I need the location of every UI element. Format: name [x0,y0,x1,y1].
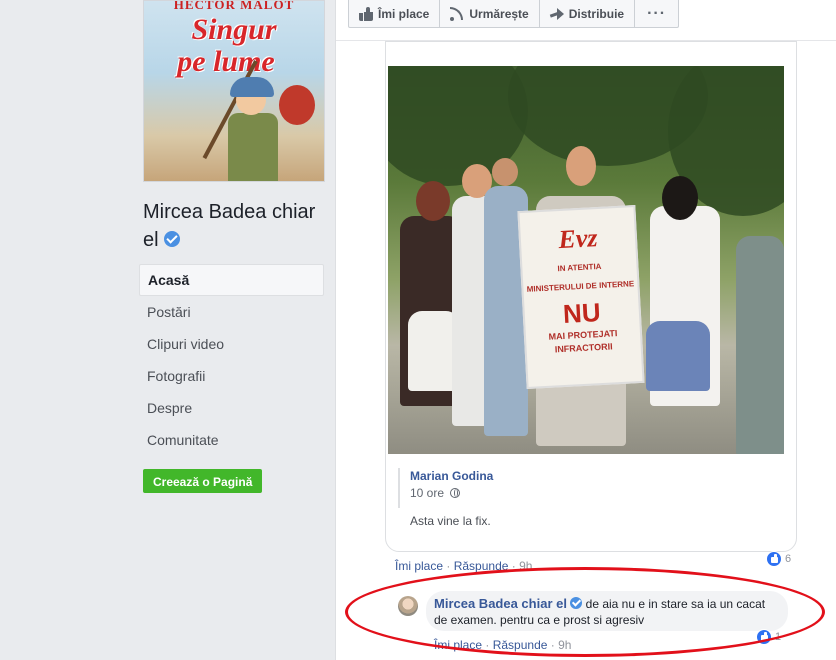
comment-avatar[interactable] [398,596,418,616]
like-page-button[interactable]: Îmi place [349,0,441,27]
cover-title-line1: Singur [191,13,277,46]
follow-rss-icon [450,6,464,21]
page-nav: Acasă Postări Clipuri video Fotografii D… [139,264,324,456]
post-time-link[interactable]: 9h [519,559,532,573]
cover-boy-body [228,113,278,181]
comment-author-link[interactable]: Mircea Badea chiar el [434,596,567,611]
cover-boy-cap [230,77,274,97]
comment-reaction-count[interactable]: 1 [756,629,781,645]
post-meta: Îmi place · Răspunde · 9h [395,559,532,573]
share-arrow-icon [550,7,564,21]
follow-label: Urmărește [469,6,529,21]
thumbs-up-icon [359,6,373,21]
cover-image[interactable]: HECTOR MALOT Singur pe lume [143,0,325,182]
cover-title-line2: pe lume [177,45,275,78]
nav-item-videos[interactable]: Clipuri video [139,328,324,360]
photo-head [492,158,518,186]
post-reply-link[interactable]: Răspunde [454,559,509,573]
post-photo[interactable]: Evz IN ATENTIA MINISTERULUI DE INTERNE N… [388,66,784,454]
page-title[interactable]: Mircea Badea chiar el [143,198,333,254]
photo-head [416,181,450,221]
comment-reply-link[interactable]: Răspunde [493,638,548,652]
create-page-button[interactable]: Creează o Pagină [143,469,263,493]
nav-item-photos[interactable]: Fotografii [139,360,324,392]
sign-brand: Evz [557,223,599,255]
post-reaction-count[interactable]: 6 [766,551,791,567]
shared-post-header: Marian Godina 10 ore [398,468,493,508]
like-reaction-icon [756,629,772,645]
like-reaction-icon [766,551,782,567]
comment-bubble: Mircea Badea chiar el de aia nu e in sta… [426,591,788,631]
more-options-button[interactable]: ··· [635,0,678,27]
verified-badge-icon [164,231,181,247]
nav-item-about[interactable]: Despre [139,392,324,424]
follow-button[interactable]: Urmărește [440,0,540,27]
main-column: Îmi place Urmărește Distribuie ··· Evz I… [335,0,836,660]
photo-person-skirt [646,321,710,391]
nav-item-community[interactable]: Comunitate [139,424,324,456]
globe-icon [450,488,461,498]
shared-post-time-text: 10 ore [410,486,445,500]
share-label: Distribuie [568,6,625,21]
sign-line2: MINISTERULUI DE INTERNE [526,279,635,294]
post-like-link[interactable]: Îmi place [395,559,443,573]
verified-badge-icon [570,597,583,609]
like-page-label: Îmi place [378,6,430,21]
photo-bench [736,236,784,454]
left-column: HECTOR MALOT Singur pe lume Mircea Badea… [0,0,335,660]
share-button[interactable]: Distribuie [540,0,636,27]
page-action-bar: Îmi place Urmărește Distribuie ··· [348,0,680,28]
nav-item-home[interactable]: Acasă [139,264,324,296]
sign-line1: IN ATENTIA [557,261,602,274]
more-dots-icon: ··· [647,4,667,22]
nav-item-posts[interactable]: Postări [139,296,324,328]
protest-sign: Evz IN ATENTIA MINISTERULUI DE INTERNE N… [517,205,645,389]
post-reaction-number: 6 [785,553,792,565]
shared-post-card[interactable]: Evz IN ATENTIA MINISTERULUI DE INTERNE N… [385,41,797,552]
meta-separator: · [446,559,454,573]
meta-separator: · [485,638,493,652]
shared-post-author-link[interactable]: Marian Godina [410,468,493,484]
comment-reaction-number: 1 [775,631,782,643]
cover-author: HECTOR MALOT [173,0,295,12]
cover-sack [279,85,315,125]
comment-time-link[interactable]: 9h [558,638,571,652]
photo-head [662,176,698,220]
comment-meta: Îmi place · Răspunde · 9h [434,638,571,652]
comment-like-link[interactable]: Îmi place [434,638,482,652]
shared-post-time[interactable]: 10 ore [410,484,493,502]
shared-post-text: Asta vine la fix. [410,514,491,528]
photo-head [566,146,596,186]
